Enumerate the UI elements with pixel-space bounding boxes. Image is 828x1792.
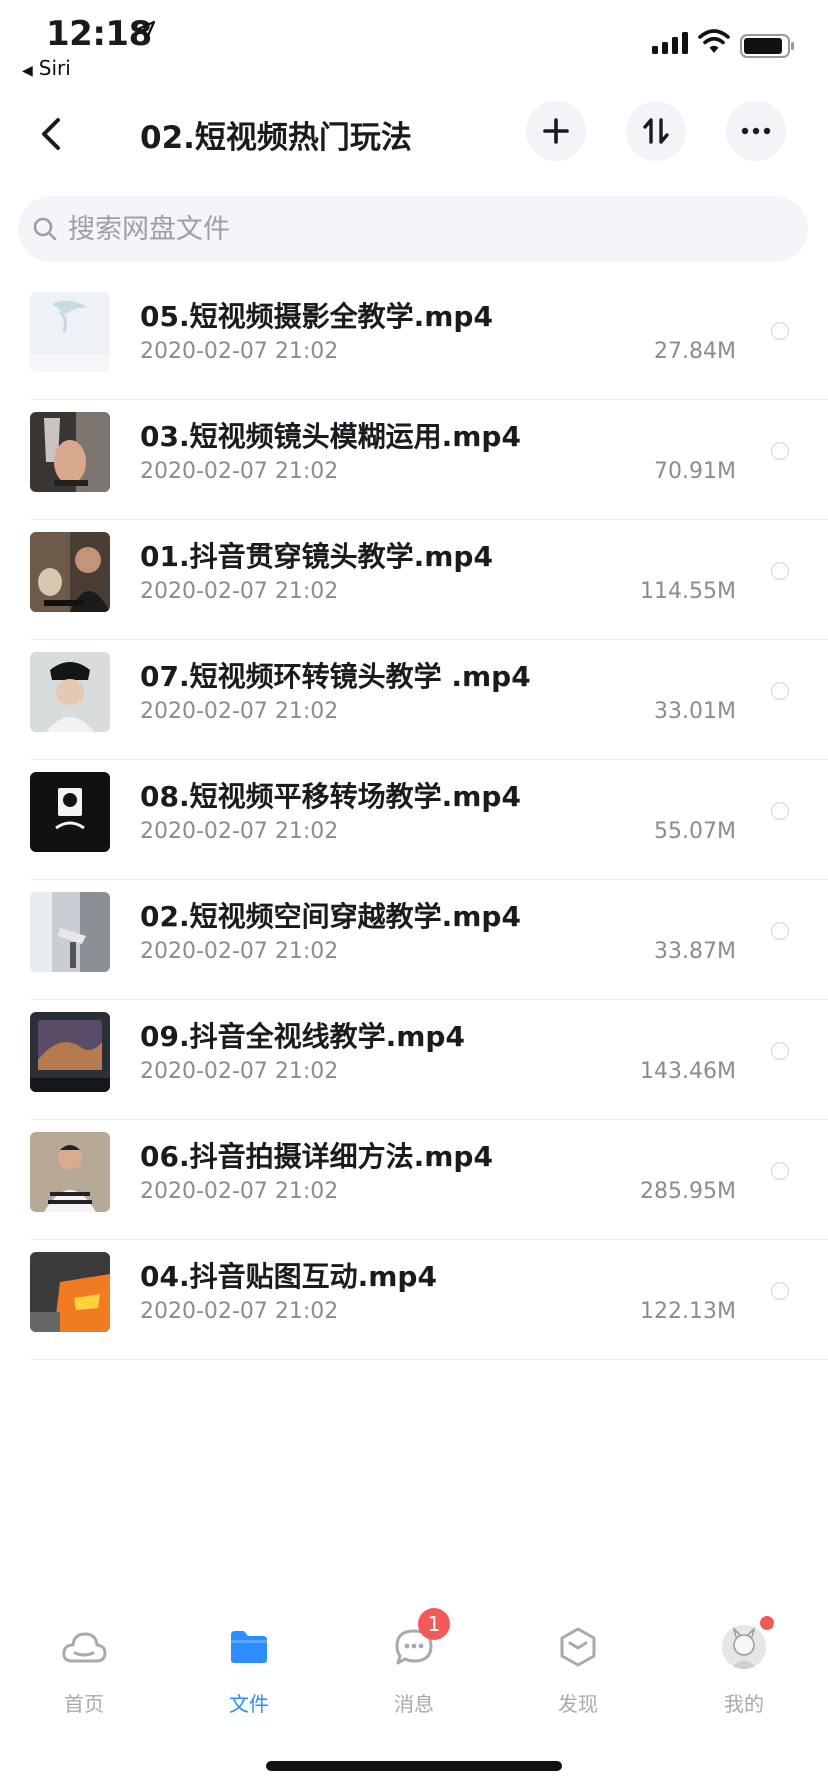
file-thumbnail bbox=[30, 412, 110, 492]
tab-label: 文件 bbox=[229, 1692, 269, 1716]
tab-discover[interactable]: 发现 bbox=[518, 1620, 638, 1720]
file-date: 2020-02-07 21:02 bbox=[140, 459, 339, 484]
avatar bbox=[722, 1625, 766, 1669]
file-thumbnail bbox=[30, 1012, 110, 1092]
home-indicator[interactable] bbox=[266, 1761, 562, 1771]
file-name: 08.短视频平移转场教学.mp4 bbox=[140, 780, 521, 813]
message-count-badge: 1 bbox=[418, 1608, 450, 1640]
status-bar: 12:18 ◀ Siri bbox=[0, 0, 828, 84]
file-row[interactable]: 08.短视频平移转场教学.mp4 2020-02-07 21:02 55.07M bbox=[30, 760, 828, 880]
select-radio[interactable] bbox=[771, 1282, 789, 1300]
file-name: 09.抖音全视线教学.mp4 bbox=[140, 1020, 465, 1053]
add-button[interactable] bbox=[526, 101, 586, 161]
wifi-icon bbox=[698, 29, 730, 53]
file-row[interactable]: 05.短视频摄影全教学.mp4 2020-02-07 21:02 27.84M bbox=[30, 280, 828, 400]
select-radio[interactable] bbox=[771, 1042, 789, 1060]
sort-icon bbox=[643, 118, 669, 144]
folder-icon bbox=[231, 1631, 267, 1663]
cellular-signal-icon bbox=[652, 32, 688, 54]
file-name: 07.短视频环转镜头教学 .mp4 bbox=[140, 660, 531, 693]
file-thumbnail bbox=[30, 1252, 110, 1332]
tab-bar: 首页 文件 1 消息 发现 我的 bbox=[0, 1608, 828, 1720]
notification-dot bbox=[760, 1616, 774, 1630]
plus-icon bbox=[543, 118, 569, 144]
file-date: 2020-02-07 21:02 bbox=[140, 339, 339, 364]
file-date: 2020-02-07 21:02 bbox=[140, 1299, 339, 1324]
select-radio[interactable] bbox=[771, 322, 789, 340]
back-triangle-icon: ◀ bbox=[22, 63, 33, 79]
search-icon bbox=[33, 217, 57, 241]
file-name: 06.抖音拍摄详细方法.mp4 bbox=[140, 1140, 493, 1173]
file-name: 05.短视频摄影全教学.mp4 bbox=[140, 300, 493, 333]
file-thumbnail bbox=[30, 652, 110, 732]
file-thumbnail bbox=[30, 532, 110, 612]
file-date: 2020-02-07 21:02 bbox=[140, 1179, 339, 1204]
sort-button[interactable] bbox=[626, 101, 686, 161]
back-button[interactable] bbox=[30, 110, 74, 158]
file-row[interactable]: 04.抖音贴图互动.mp4 2020-02-07 21:02 122.13M bbox=[30, 1240, 828, 1360]
file-row[interactable]: 03.短视频镜头模糊运用.mp4 2020-02-07 21:02 70.91M bbox=[30, 400, 828, 520]
file-size: 33.87M bbox=[654, 939, 736, 964]
tab-messages[interactable]: 1 消息 bbox=[354, 1608, 474, 1720]
location-arrow-icon bbox=[136, 20, 156, 40]
nav-header: 02.短视频热门玩法 bbox=[0, 96, 828, 172]
file-date: 2020-02-07 21:02 bbox=[140, 699, 339, 724]
battery-icon bbox=[740, 34, 794, 58]
select-radio[interactable] bbox=[771, 442, 789, 460]
search-bar[interactable] bbox=[18, 196, 808, 262]
file-size: 114.55M bbox=[640, 579, 736, 604]
file-row[interactable]: 09.抖音全视线教学.mp4 2020-02-07 21:02 143.46M bbox=[30, 1000, 828, 1120]
tab-home[interactable]: 首页 bbox=[24, 1620, 144, 1720]
tab-label: 首页 bbox=[64, 1692, 104, 1716]
file-thumbnail bbox=[30, 772, 110, 852]
file-date: 2020-02-07 21:02 bbox=[140, 939, 339, 964]
select-radio[interactable] bbox=[771, 682, 789, 700]
tab-profile[interactable]: 我的 bbox=[684, 1616, 804, 1720]
chevron-left-icon bbox=[42, 118, 60, 150]
file-name: 01.抖音贯穿镜头教学.mp4 bbox=[140, 540, 493, 573]
file-size: 27.84M bbox=[654, 339, 736, 364]
select-radio[interactable] bbox=[771, 1162, 789, 1180]
cloud-icon bbox=[62, 1632, 107, 1663]
file-name: 04.抖音贴图互动.mp4 bbox=[140, 1260, 437, 1293]
file-thumbnail bbox=[30, 292, 110, 372]
file-row[interactable]: 02.短视频空间穿越教学.mp4 2020-02-07 21:02 33.87M bbox=[30, 880, 828, 1000]
tab-label: 消息 bbox=[394, 1692, 434, 1716]
file-thumbnail bbox=[30, 892, 110, 972]
more-icon bbox=[741, 127, 771, 135]
back-to-siri-link[interactable]: ◀ Siri bbox=[22, 56, 71, 80]
file-date: 2020-02-07 21:02 bbox=[140, 1059, 339, 1084]
file-name: 03.短视频镜头模糊运用.mp4 bbox=[140, 420, 521, 453]
file-date: 2020-02-07 21:02 bbox=[140, 579, 339, 604]
file-size: 55.07M bbox=[654, 819, 736, 844]
tab-label: 发现 bbox=[558, 1692, 598, 1716]
file-row[interactable]: 07.短视频环转镜头教学 .mp4 2020-02-07 21:02 33.01… bbox=[30, 640, 828, 760]
file-list: 05.短视频摄影全教学.mp4 2020-02-07 21:02 27.84M … bbox=[0, 280, 828, 1360]
file-row[interactable]: 01.抖音贯穿镜头教学.mp4 2020-02-07 21:02 114.55M bbox=[30, 520, 828, 640]
tab-files[interactable]: 文件 bbox=[189, 1620, 309, 1720]
select-radio[interactable] bbox=[771, 802, 789, 820]
page-title: 02.短视频热门玩法 bbox=[140, 120, 412, 156]
file-size: 70.91M bbox=[654, 459, 736, 484]
search-input[interactable] bbox=[68, 210, 768, 248]
discover-icon bbox=[560, 1627, 596, 1667]
file-size: 143.46M bbox=[640, 1059, 736, 1084]
file-thumbnail bbox=[30, 1132, 110, 1212]
more-button[interactable] bbox=[726, 101, 786, 161]
file-date: 2020-02-07 21:02 bbox=[140, 819, 339, 844]
file-size: 33.01M bbox=[654, 699, 736, 724]
file-name: 02.短视频空间穿越教学.mp4 bbox=[140, 900, 521, 933]
file-size: 285.95M bbox=[640, 1179, 736, 1204]
select-radio[interactable] bbox=[771, 562, 789, 580]
tab-label: 我的 bbox=[724, 1692, 764, 1716]
file-row[interactable]: 06.抖音拍摄详细方法.mp4 2020-02-07 21:02 285.95M bbox=[30, 1120, 828, 1240]
file-size: 122.13M bbox=[640, 1299, 736, 1324]
back-app-label: Siri bbox=[38, 56, 71, 80]
select-radio[interactable] bbox=[771, 922, 789, 940]
